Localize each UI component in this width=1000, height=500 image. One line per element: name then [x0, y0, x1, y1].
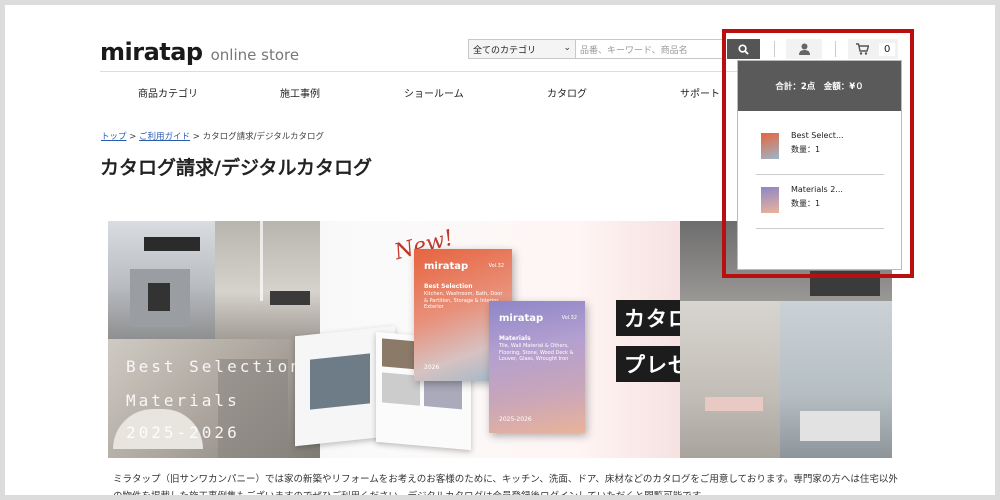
- catalog-description: ミラタップ（旧サンワカンパニー）では家の新築やリフォームをお考えのお客様のために…: [113, 474, 898, 495]
- book-year: 2026: [424, 364, 440, 371]
- photo-hall: [215, 221, 320, 339]
- page-frame: miratap online store 全てのカテゴリ ⌄ 品番、キーワード、…: [5, 5, 995, 495]
- nav-item-support[interactable]: サポート: [680, 85, 720, 100]
- chevron-down-icon: ⌄: [563, 43, 571, 53]
- book-heading: Materials: [499, 335, 531, 342]
- breadcrumb-separator: >: [129, 132, 137, 142]
- banner-text-materials: Materials: [126, 391, 240, 410]
- nav-item-showroom[interactable]: ショールーム: [404, 85, 464, 100]
- photo-washroom: [680, 301, 780, 458]
- breadcrumb-home-link[interactable]: トップ: [101, 132, 127, 142]
- breadcrumb-current: カタログ請求/デジタルカタログ: [202, 132, 325, 142]
- book-heading: Best Selection: [424, 283, 473, 290]
- book-vol: Vol.32: [488, 263, 504, 269]
- category-select[interactable]: 全てのカテゴリ ⌄: [468, 39, 576, 59]
- breadcrumb-guide-link[interactable]: ご利用ガイド: [139, 132, 190, 142]
- search-bar: 全てのカテゴリ ⌄ 品番、キーワード、商品名: [468, 39, 726, 59]
- logo-sub-text: online store: [210, 46, 300, 64]
- catalog-book-materials: miratap Vol.32 Materials Tile, Wall Mate…: [489, 301, 585, 433]
- book-vol: Vol.32: [561, 315, 577, 321]
- banner-text-best-selection: Best Selection: [126, 357, 303, 376]
- search-input[interactable]: 品番、キーワード、商品名: [576, 39, 726, 59]
- photo-exterior: [108, 221, 215, 339]
- store-logo[interactable]: miratap online store: [100, 38, 299, 66]
- nav-item-catalog[interactable]: カタログ: [547, 85, 587, 100]
- nav-item-product-category[interactable]: 商品カテゴリ: [138, 85, 198, 100]
- search-placeholder: 品番、キーワード、商品名: [580, 45, 688, 56]
- nav-item-case-studies[interactable]: 施工事例: [280, 85, 320, 100]
- book-logo: miratap: [499, 313, 544, 324]
- book-body: Tile, Wall Material & Others, Flooring, …: [499, 343, 574, 362]
- category-select-value: 全てのカテゴリ: [473, 45, 537, 56]
- page-title: カタログ請求/デジタルカタログ: [100, 157, 372, 179]
- highlight-box: [722, 29, 914, 278]
- breadcrumb-separator: >: [192, 132, 200, 142]
- photo-kitchen: [780, 301, 892, 458]
- book-logo: miratap: [424, 261, 469, 272]
- book-year: 2025-2026: [499, 416, 532, 423]
- banner-text-year: 2025-2026: [126, 423, 240, 442]
- breadcrumb: トップ > ご利用ガイド > カタログ請求/デジタルカタログ: [101, 130, 324, 142]
- logo-main-text: miratap: [100, 38, 203, 66]
